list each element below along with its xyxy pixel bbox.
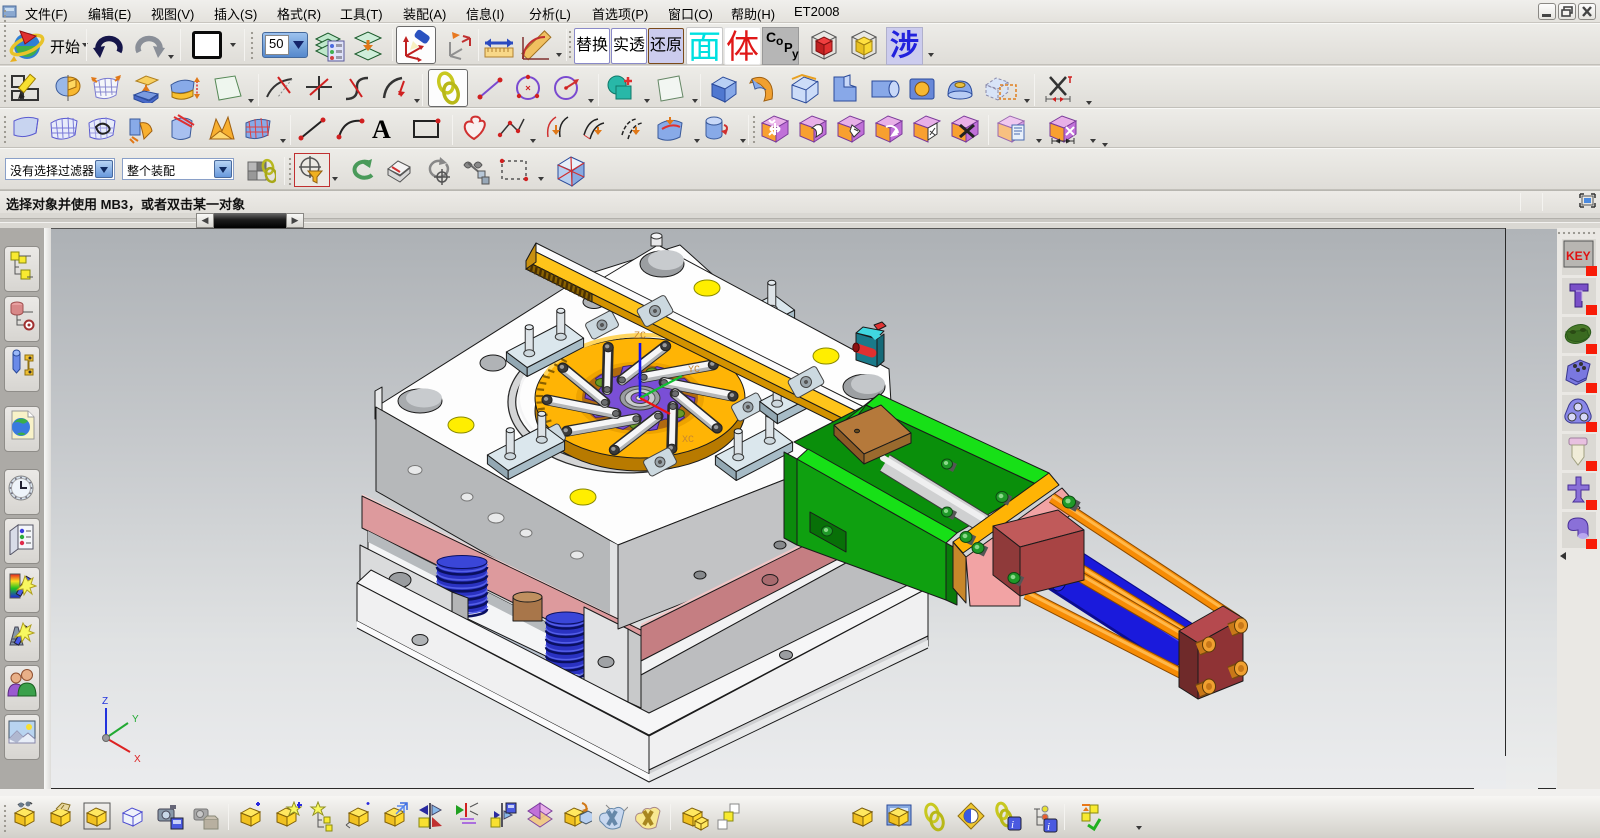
svg-text:X: X (134, 754, 141, 765)
svg-text:XC: XC (682, 435, 694, 446)
svg-text:KEY: KEY (1566, 249, 1591, 263)
svg-text:i: i (1011, 819, 1014, 831)
svg-text:Z: Z (102, 696, 108, 707)
svg-text:Y: Y (132, 714, 139, 725)
svg-text:YC: YC (688, 365, 700, 376)
svg-text:ZC: ZC (634, 331, 646, 342)
svg-text:i: i (1047, 821, 1050, 833)
